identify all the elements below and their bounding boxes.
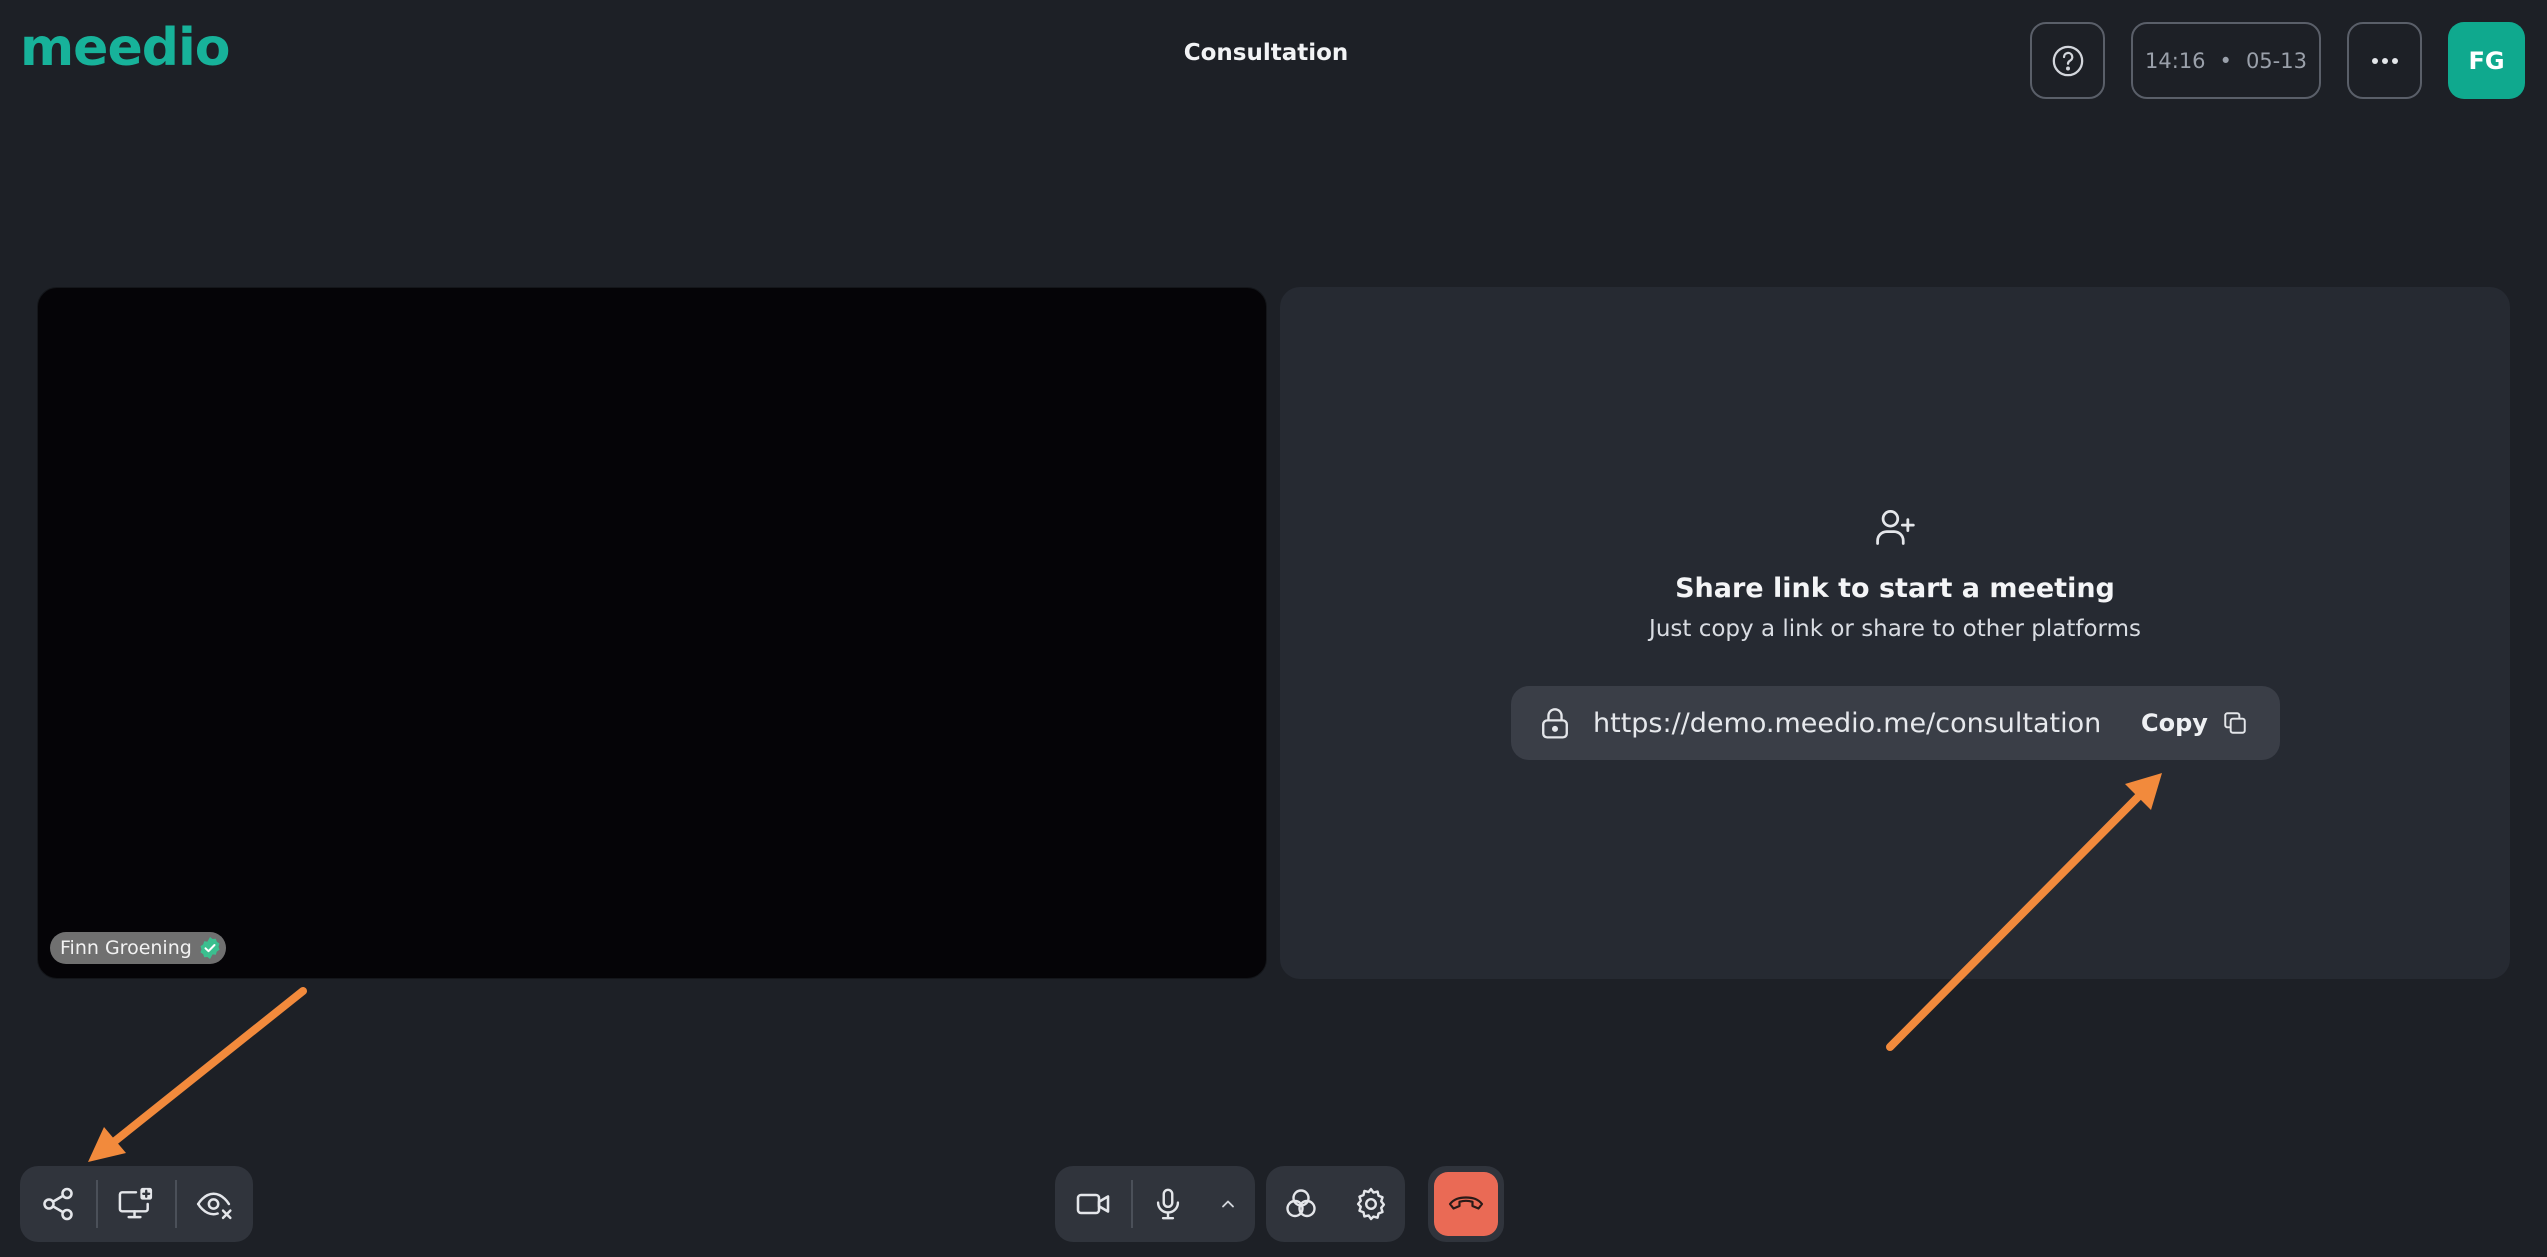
microphone-icon [1151,1186,1185,1222]
copy-link-button[interactable]: Copy [2131,698,2258,748]
chevron-up-icon [1218,1194,1238,1214]
end-call-inner [1434,1172,1498,1236]
meeting-title: Consultation [1183,40,1349,66]
meeting-date: 05-13 [2245,48,2307,73]
end-call-button[interactable] [1428,1166,1504,1242]
help-circle-icon [2051,44,2085,78]
verified-badge-icon [198,936,222,960]
effects-button[interactable] [1266,1166,1336,1242]
participant-name: Finn Groening [60,937,192,959]
share-heading: Share link to start a meeting [1675,573,2115,604]
screen-add-icon [117,1186,155,1222]
gear-icon [1353,1186,1389,1222]
video-camera-icon [1075,1186,1111,1222]
participant-name-tag: Finn Groening [50,932,226,964]
eye-off-icon [196,1186,234,1222]
user-plus-icon [1873,505,1917,549]
share-toolbar [20,1166,253,1242]
microphone-toggle-button[interactable] [1133,1166,1203,1242]
share-button[interactable] [20,1166,96,1242]
more-horizontal-icon [2370,56,2400,66]
lock-icon [1539,706,1571,740]
copy-icon [2222,710,2248,736]
meeting-time: 14:16 [2145,48,2206,73]
user-avatar[interactable]: FG [2448,22,2525,99]
screen-share-button[interactable] [98,1166,174,1242]
share-icon [40,1186,76,1222]
hide-self-view-button[interactable] [177,1166,253,1242]
effects-icon [1283,1186,1319,1222]
media-toolbar [1055,1166,1255,1242]
settings-button[interactable] [1336,1166,1405,1242]
meedio-logo[interactable]: meedio [20,22,230,74]
phone-hangup-icon [1447,1193,1485,1215]
meeting-time-display: 14:16 • 05-13 [2131,22,2321,99]
time-separator: • [2219,48,2232,73]
meeting-link-text[interactable]: https://demo.meedio.me/consultation... [1593,686,2103,760]
copy-label: Copy [2141,709,2208,737]
camera-toggle-button[interactable] [1055,1166,1131,1242]
more-options-button[interactable] [2347,22,2422,99]
meeting-link-field[interactable]: https://demo.meedio.me/consultation... C… [1511,686,2280,760]
self-video-tile: Finn Groening [37,287,1267,979]
invite-panel: Share link to start a meeting Just copy … [1280,287,2510,979]
annotation-arrow-share [88,987,307,1162]
audio-options-button[interactable] [1203,1166,1253,1242]
share-subtitle: Just copy a link or share to other platf… [1649,616,2141,642]
help-button[interactable] [2030,22,2105,99]
tools-toolbar [1266,1166,1405,1242]
